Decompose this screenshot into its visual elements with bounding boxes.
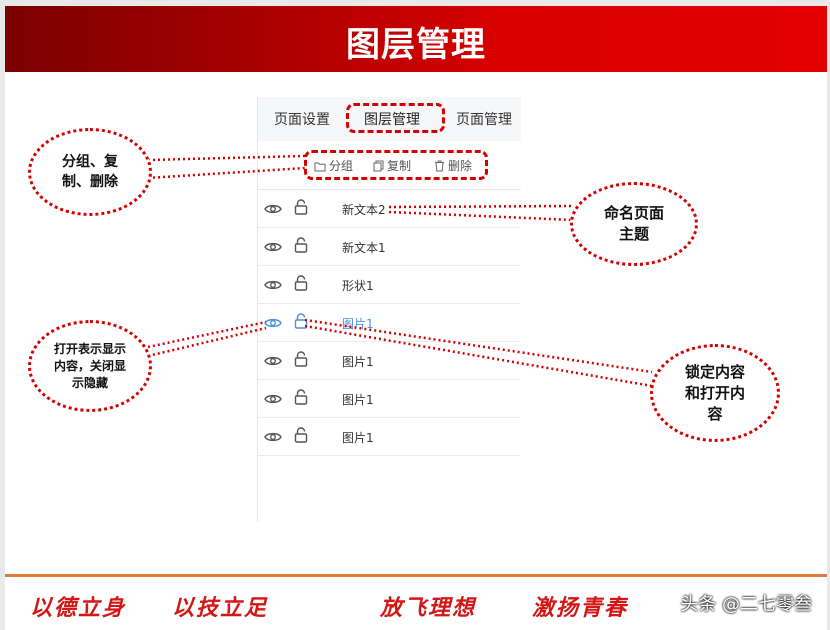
eye-icon[interactable] [264, 277, 282, 296]
unlock-icon[interactable] [294, 351, 308, 371]
layer-row[interactable]: 图片1 [258, 304, 521, 342]
layer-name: 图片1 [342, 431, 374, 445]
unlock-icon[interactable] [294, 275, 308, 295]
unlock-icon[interactable] [294, 313, 308, 333]
window-left-frame [0, 0, 5, 630]
annotation-visibility: 打开表示显示内容，关闭显示隐藏 [28, 320, 152, 412]
toolbar-highlight [304, 150, 488, 180]
eye-icon[interactable] [264, 201, 282, 220]
eye-icon[interactable] [264, 429, 282, 448]
layer-name: 新文本1 [342, 241, 386, 255]
annotation-visibility-text: 打开表示显示内容，关闭显示隐藏 [53, 341, 126, 390]
annotation-rename: 命名页面主题 [570, 182, 698, 266]
unlock-icon[interactable] [294, 199, 308, 219]
layer-row[interactable]: 形状1 [258, 266, 521, 304]
annotation-rename-text: 命名页面主题 [603, 204, 664, 243]
eye-icon[interactable] [264, 391, 282, 410]
unlock-icon[interactable] [294, 237, 308, 257]
layer-row[interactable]: 图片1 [258, 418, 521, 456]
layer-name: 形状1 [342, 279, 374, 293]
annotation-lock: 锁定内容和打开内容 [650, 344, 780, 442]
layer-row[interactable]: 图片1 [258, 342, 521, 380]
watermark: 头条 @二七零叁 [680, 594, 812, 615]
page-title: 图层管理 [346, 25, 486, 65]
eye-icon[interactable] [264, 239, 282, 258]
tab-page-settings[interactable]: 页面设置 [274, 109, 330, 129]
tab-page-management[interactable]: 页面管理 [456, 109, 512, 129]
layer-name: 图片1 [342, 317, 374, 331]
layer-row[interactable]: 图片1 [258, 380, 521, 418]
unlock-icon[interactable] [294, 389, 308, 409]
slogan-4: 激扬青春 [532, 595, 629, 621]
annotation-group-copy-delete: 分组、复制、删除 [28, 128, 152, 216]
unlock-icon[interactable] [294, 427, 308, 447]
layer-row[interactable]: 新文本2 [258, 190, 521, 228]
tab-highlight [346, 103, 445, 133]
layer-name: 新文本2 [342, 203, 386, 217]
layer-name: 图片1 [342, 393, 374, 407]
slogan-1: 以德立身 [30, 595, 127, 621]
layer-name: 图片1 [342, 355, 374, 369]
title-banner: 图层管理 [5, 6, 827, 72]
eye-icon[interactable] [264, 315, 282, 334]
footer-divider [5, 574, 827, 577]
slogan-2: 以技立足 [172, 595, 269, 621]
slogan-3: 放飞理想 [380, 595, 477, 621]
annotation-lock-text: 锁定内容和打开内容 [684, 362, 745, 423]
eye-icon[interactable] [264, 353, 282, 372]
layer-row[interactable]: 新文本1 [258, 228, 521, 266]
annotation-group-copy-delete-text: 分组、复制、删除 [62, 154, 118, 190]
